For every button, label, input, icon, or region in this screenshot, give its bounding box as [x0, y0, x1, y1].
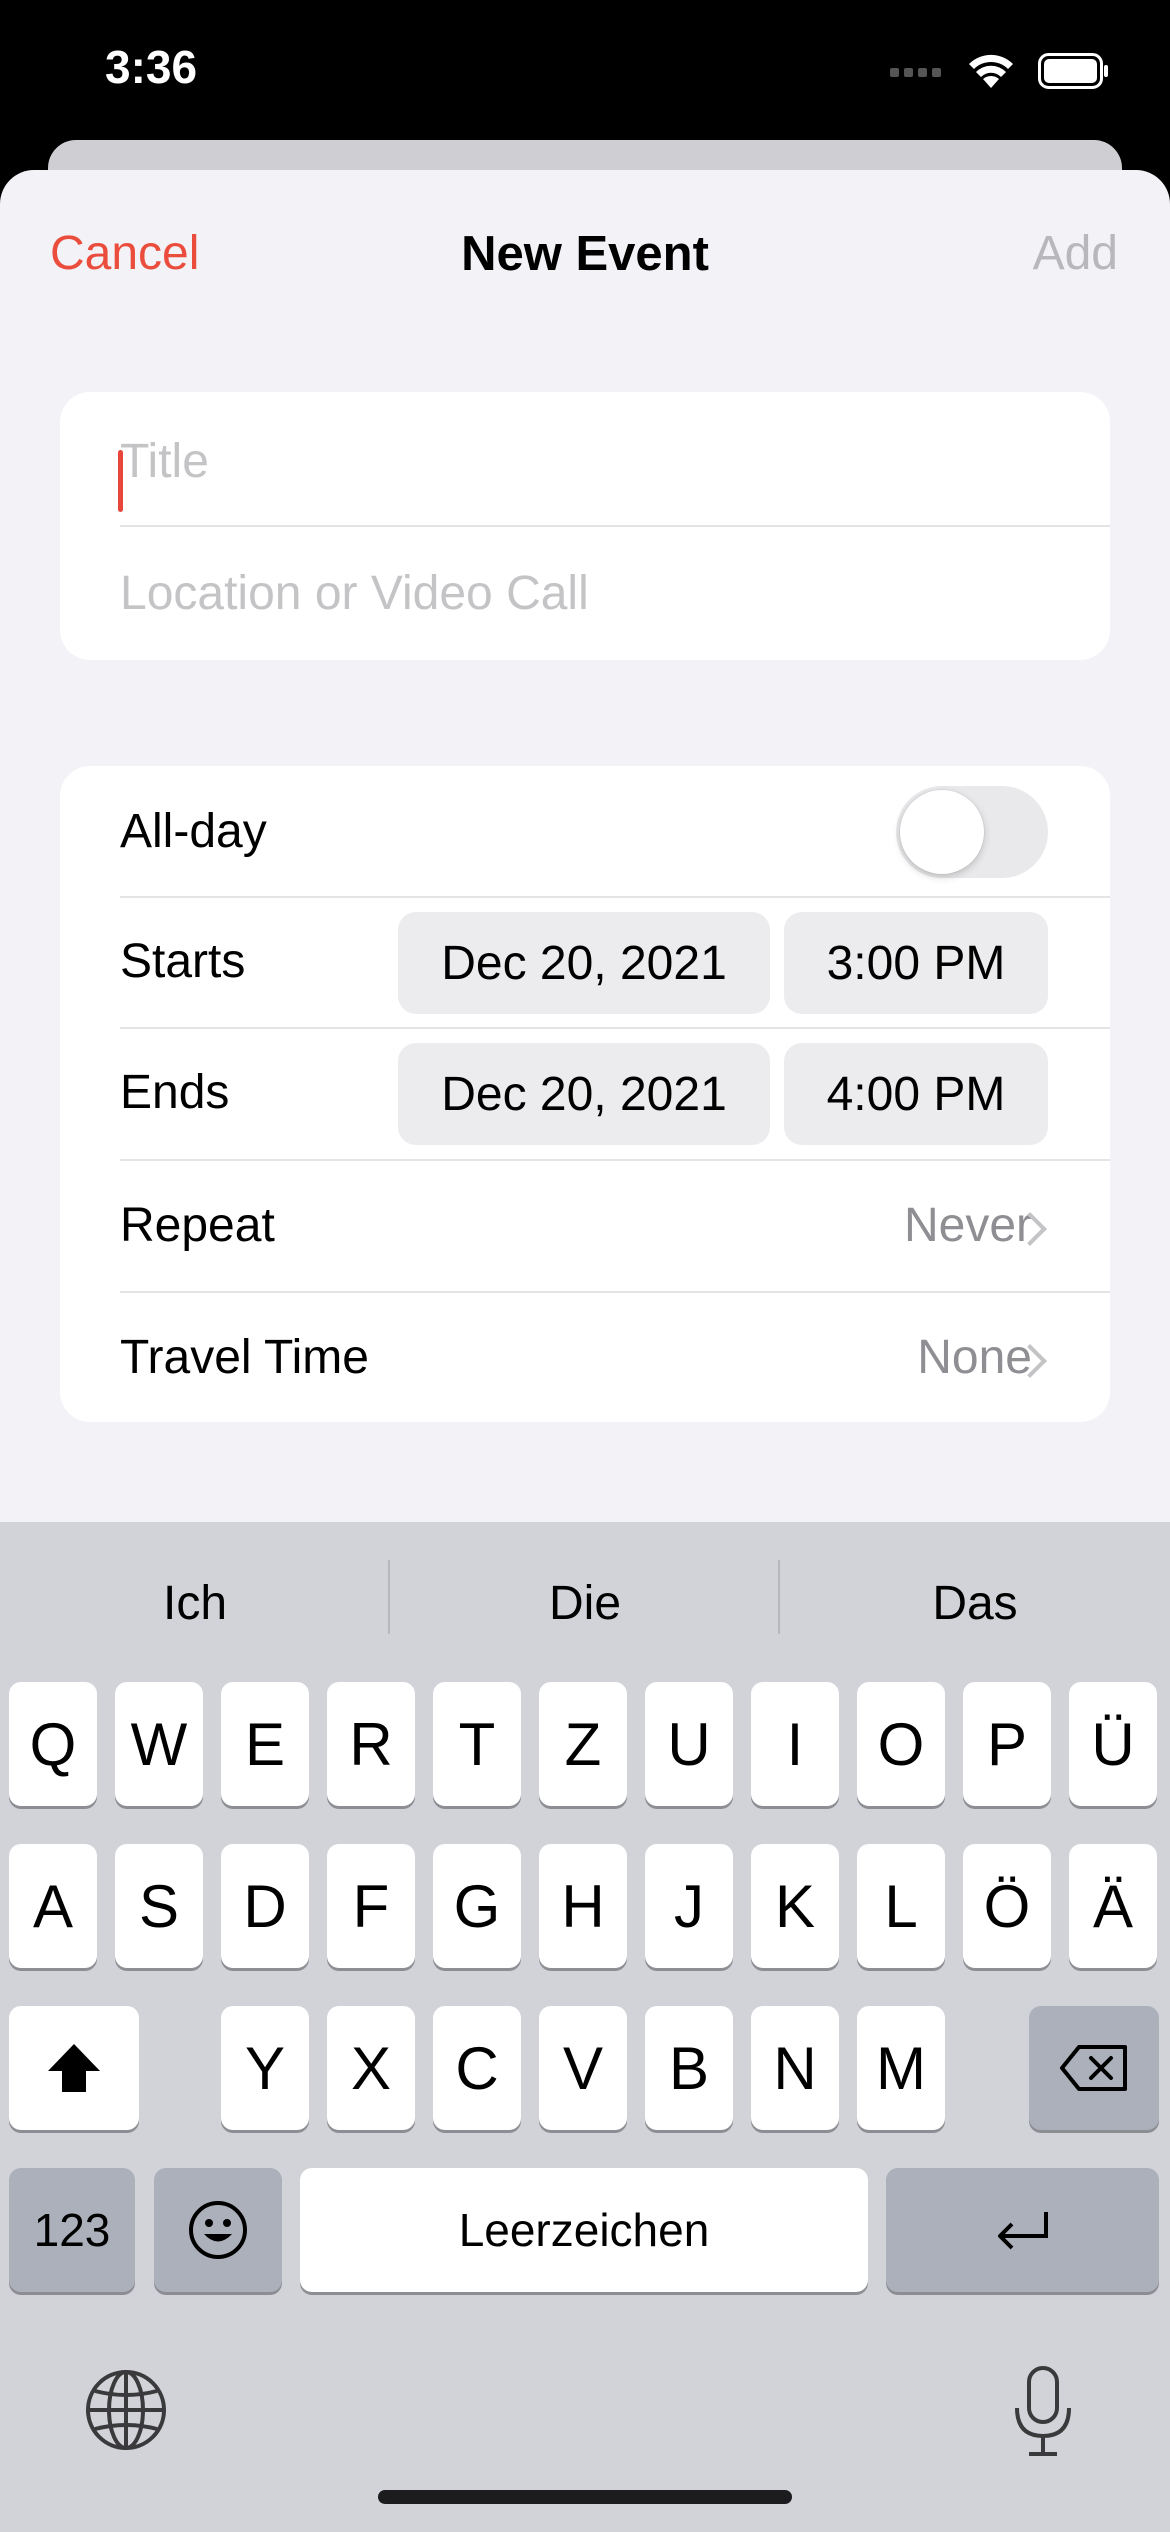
globe-icon — [86, 2370, 166, 2450]
cellular-signal-icon — [890, 68, 941, 77]
ends-date-button[interactable]: Dec 20, 2021 — [398, 1043, 770, 1145]
event-details-card: All-day Starts Dec 20, 2021 3:00 PM Ends… — [60, 766, 1110, 1422]
all-day-toggle[interactable] — [896, 786, 1048, 878]
add-button[interactable]: Add — [1033, 226, 1118, 281]
starts-label: Starts — [120, 935, 246, 988]
key-y[interactable]: Y — [221, 2006, 309, 2130]
keyboard: Ich Die Das Q W E R T Z U I O P Ü A S D … — [0, 1522, 1170, 2532]
status-time: 3:36 — [105, 41, 198, 93]
shift-key[interactable] — [9, 2006, 139, 2130]
title-input[interactable]: Title — [120, 434, 209, 489]
starts-date-button[interactable]: Dec 20, 2021 — [398, 912, 770, 1014]
key-d[interactable]: D — [221, 1844, 309, 1968]
divider — [120, 525, 1110, 527]
key-oe[interactable]: Ö — [963, 1844, 1051, 1968]
key-i[interactable]: I — [751, 1682, 839, 1806]
key-l[interactable]: L — [857, 1844, 945, 1968]
ends-label: Ends — [120, 1066, 230, 1119]
status-icons — [890, 52, 1110, 90]
space-key[interactable]: Leerzeichen — [300, 2168, 868, 2292]
numbers-key[interactable]: 123 — [9, 2168, 135, 2292]
divider — [120, 1027, 1110, 1029]
key-c[interactable]: C — [433, 2006, 521, 2130]
cancel-button[interactable]: Cancel — [50, 226, 199, 281]
key-x[interactable]: X — [327, 2006, 415, 2130]
repeat-label: Repeat — [120, 1199, 275, 1252]
key-e[interactable]: E — [221, 1682, 309, 1806]
repeat-value: Never — [903, 1199, 1032, 1252]
suggestion-3[interactable]: Das — [780, 1576, 1170, 1631]
travel-time-row[interactable]: Travel Time None — [60, 1292, 1110, 1422]
suggestion-1[interactable]: Ich — [0, 1576, 390, 1631]
wifi-icon — [969, 54, 1013, 88]
toggle-knob — [900, 790, 984, 874]
key-n[interactable]: N — [751, 2006, 839, 2130]
location-input[interactable]: Location or Video Call — [120, 566, 589, 621]
shift-icon — [48, 2044, 100, 2092]
key-o[interactable]: O — [857, 1682, 945, 1806]
key-r[interactable]: R — [327, 1682, 415, 1806]
key-v[interactable]: V — [539, 2006, 627, 2130]
divider — [120, 896, 1110, 898]
key-m[interactable]: M — [857, 2006, 945, 2130]
suggestion-2[interactable]: Die — [390, 1576, 780, 1631]
key-s[interactable]: S — [115, 1844, 203, 1968]
key-k[interactable]: K — [751, 1844, 839, 1968]
backspace-icon — [1060, 2045, 1127, 2091]
dictation-button[interactable] — [1007, 2364, 1079, 2460]
starts-time-button[interactable]: 3:00 PM — [784, 912, 1048, 1014]
globe-button[interactable] — [82, 2366, 170, 2454]
battery-icon — [1038, 53, 1108, 89]
key-w[interactable]: W — [115, 1682, 203, 1806]
key-z[interactable]: Z — [539, 1682, 627, 1806]
return-key[interactable] — [886, 2168, 1159, 2292]
key-q[interactable]: Q — [9, 1682, 97, 1806]
backspace-key[interactable] — [1029, 2006, 1159, 2130]
return-icon — [997, 2212, 1048, 2250]
ends-time-button[interactable]: 4:00 PM — [784, 1043, 1048, 1145]
key-f[interactable]: F — [327, 1844, 415, 1968]
key-u[interactable]: U — [645, 1682, 733, 1806]
title-location-card: Title Location or Video Call — [60, 392, 1110, 660]
emoji-key[interactable] — [154, 2168, 282, 2292]
microphone-icon — [1015, 2366, 1071, 2456]
key-ue[interactable]: Ü — [1069, 1682, 1157, 1806]
key-j[interactable]: J — [645, 1844, 733, 1968]
key-a[interactable]: A — [9, 1844, 97, 1968]
key-g[interactable]: G — [433, 1844, 521, 1968]
key-p[interactable]: P — [963, 1682, 1051, 1806]
key-h[interactable]: H — [539, 1844, 627, 1968]
home-indicator — [378, 2490, 792, 2504]
travel-time-label: Travel Time — [120, 1331, 369, 1384]
key-ae[interactable]: Ä — [1069, 1844, 1157, 1968]
key-t[interactable]: T — [433, 1682, 521, 1806]
all-day-label: All-day — [120, 805, 267, 858]
repeat-row[interactable]: Repeat Never — [60, 1160, 1110, 1291]
key-b[interactable]: B — [645, 2006, 733, 2130]
emoji-icon — [189, 2201, 247, 2259]
